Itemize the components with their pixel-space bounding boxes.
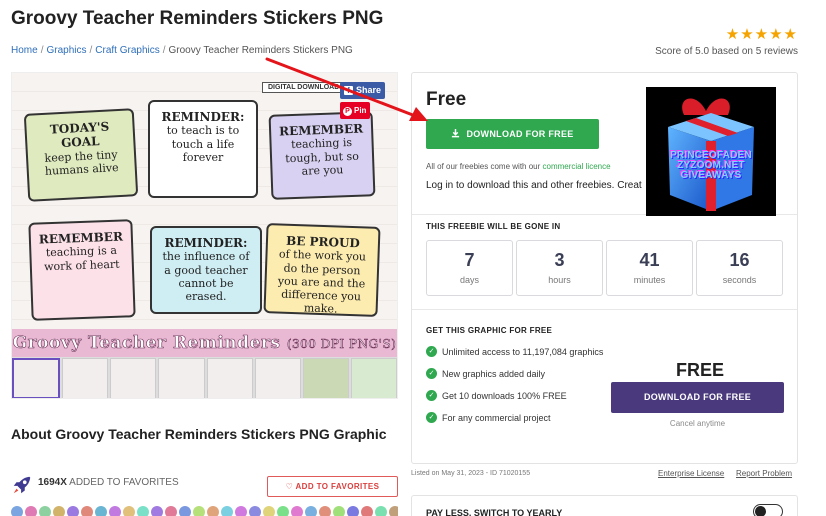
sticker-reminder-influence: REMINDER: the influence of a good teache… bbox=[150, 226, 262, 314]
check-icon: ✓ bbox=[426, 390, 437, 401]
get-graphic-heading: GET THIS GRAPHIC FOR FREE bbox=[426, 326, 553, 335]
facebook-share-button[interactable]: f Share bbox=[340, 82, 385, 99]
list-item: ✓ Unlimited access to 11,197,084 graphics bbox=[426, 345, 606, 359]
list-item: ✓ For any commercial project bbox=[426, 411, 606, 425]
sticker-remember-tough: REMEMBER teaching is tough, but so are y… bbox=[268, 111, 376, 200]
breadcrumb-current: Groovy Teacher Reminders Stickers PNG bbox=[168, 45, 353, 56]
thumbnail[interactable] bbox=[12, 358, 61, 398]
check-icon: ✓ bbox=[426, 412, 437, 423]
sticker-todays-goal: TODAY'S GOAL keep the tiny humans alive bbox=[23, 108, 139, 202]
login-note: Log in to download this and other freebi… bbox=[426, 180, 642, 191]
download-for-free-button[interactable]: DOWNLOAD FOR FREE bbox=[426, 119, 599, 149]
ad-text: PRINCEOFADEN ZYZOOM.NET GIVEAWAYS bbox=[670, 150, 752, 181]
freebie-license-note: All of our freebies come with our commer… bbox=[426, 162, 611, 171]
check-icon: ✓ bbox=[426, 346, 437, 357]
subscription-download-button[interactable]: DOWNLOAD FOR FREE bbox=[611, 382, 784, 413]
commercial-licence-link[interactable]: commercial licence bbox=[543, 162, 611, 171]
product-banner: Groovy Teacher Reminders (300 DPI PNG'S) bbox=[12, 329, 397, 357]
listed-date: Listed on May 31, 2023 - ID 71020155 bbox=[411, 470, 531, 477]
list-item: ✓ Get 10 downloads 100% FREE bbox=[426, 389, 606, 403]
sticker-remember-heart: REMEMBER teaching is a work of heart bbox=[28, 219, 136, 321]
countdown-heading: THIS FREEBIE WILL BE GONE IN bbox=[426, 222, 561, 231]
sticker-be-proud: BE PROUD of the work you do the person y… bbox=[263, 223, 381, 317]
favorites-avatars bbox=[11, 506, 398, 516]
benefits-list: ✓ Unlimited access to 11,197,084 graphics… bbox=[426, 345, 606, 433]
price-label: Free bbox=[426, 89, 467, 110]
thumbnail[interactable] bbox=[254, 358, 301, 398]
page-title: Groovy Teacher Reminders Stickers PNG bbox=[11, 8, 384, 29]
list-item: ✓ New graphics added daily bbox=[426, 367, 606, 381]
about-heading: About Groovy Teacher Reminders Stickers … bbox=[11, 426, 387, 442]
add-to-favorites-button[interactable]: ♡ ADD TO FAVORITES bbox=[267, 476, 398, 497]
subscription-price-label: FREE bbox=[676, 360, 725, 380]
pinterest-icon: P bbox=[343, 107, 352, 116]
thumbnail[interactable] bbox=[302, 358, 349, 398]
report-problem-link[interactable]: Report Problem bbox=[736, 469, 792, 478]
enterprise-license-link[interactable]: Enterprise License bbox=[658, 469, 724, 478]
digital-download-tab: DIGITAL DOWNLOAD bbox=[262, 82, 346, 93]
thumbnail-strip bbox=[12, 357, 397, 398]
giveaway-ad-image[interactable]: PRINCEOFADEN ZYZOOM.NET GIVEAWAYS bbox=[646, 87, 776, 216]
pay-yearly-panel: PAY LESS, SWITCH TO YEARLY bbox=[411, 495, 798, 516]
countdown-seconds: 16 seconds bbox=[696, 240, 783, 296]
countdown-hours: 3 hours bbox=[516, 240, 603, 296]
download-icon bbox=[452, 129, 460, 138]
breadcrumb-craft-graphics[interactable]: Craft Graphics bbox=[95, 45, 159, 56]
facebook-icon: f bbox=[344, 86, 353, 95]
rating-stars[interactable]: ★★★★★ bbox=[726, 27, 798, 42]
thumbnail[interactable] bbox=[350, 358, 397, 398]
heart-icon: ♡ bbox=[285, 482, 294, 491]
product-image[interactable]: DIGITAL DOWNLOAD TODAY'S GOAL keep the t… bbox=[11, 72, 398, 399]
yearly-toggle[interactable] bbox=[753, 504, 783, 516]
thumbnail[interactable] bbox=[62, 358, 109, 398]
breadcrumb-graphics[interactable]: Graphics bbox=[46, 45, 86, 56]
favorites-count: 1694X ADDED TO FAVORITES bbox=[38, 477, 179, 488]
countdown-timer: 7 days 3 hours 41 minutes 16 seconds bbox=[426, 240, 783, 296]
cancel-anytime-note: Cancel anytime bbox=[669, 419, 726, 428]
countdown-days: 7 days bbox=[426, 240, 513, 296]
thumbnail[interactable] bbox=[110, 358, 157, 398]
breadcrumb: Home / Graphics / Craft Graphics / Groovy Teac… bbox=[11, 45, 353, 56]
thumbnail[interactable] bbox=[206, 358, 253, 398]
rocket-icon bbox=[13, 476, 31, 494]
countdown-minutes: 41 minutes bbox=[606, 240, 693, 296]
thumbnail[interactable] bbox=[158, 358, 205, 398]
pinterest-pin-button[interactable]: P Pin bbox=[340, 102, 370, 119]
rating-text: Score of 5.0 based on 5 reviews bbox=[655, 46, 798, 57]
check-icon: ✓ bbox=[426, 368, 437, 379]
pay-yearly-label: PAY LESS, SWITCH TO YEARLY bbox=[426, 508, 563, 516]
sticker-reminder-teach: REMINDER: to teach is to touch a life fo… bbox=[148, 100, 258, 198]
breadcrumb-home[interactable]: Home bbox=[11, 45, 38, 56]
